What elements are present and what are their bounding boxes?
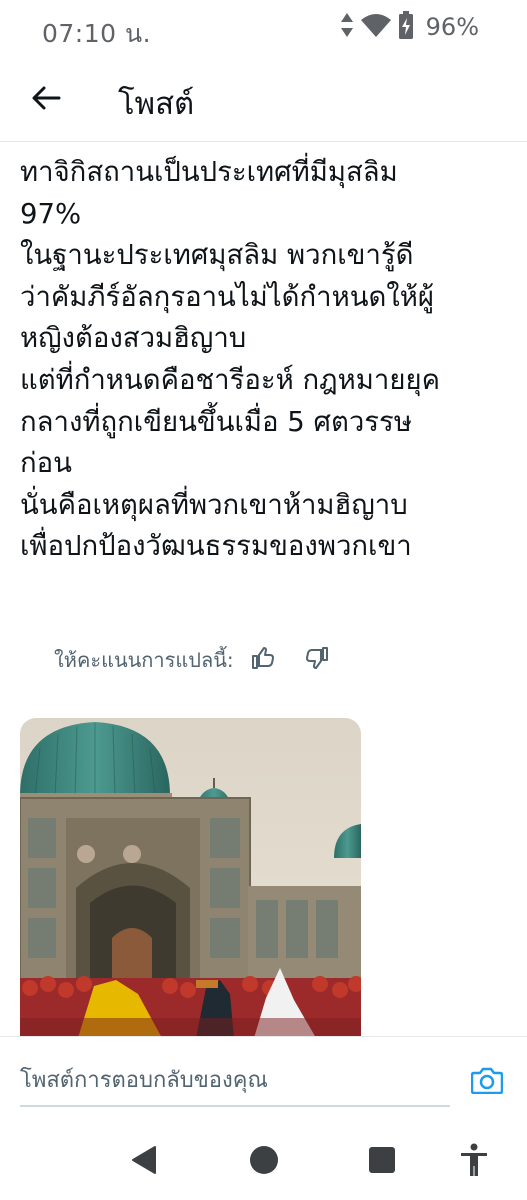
- post-text-line: 97%: [20, 197, 82, 230]
- system-nav-bar: [0, 1120, 527, 1200]
- back-button[interactable]: [22, 76, 70, 124]
- nav-back-button[interactable]: [124, 1142, 164, 1182]
- nav-recents-button[interactable]: [362, 1142, 402, 1182]
- accessibility-icon: [459, 1143, 489, 1181]
- battery-charging-icon: [398, 11, 414, 43]
- data-arrows-icon: [340, 12, 354, 42]
- status-time: 07:10 น.: [42, 19, 152, 48]
- mosque-photo: [20, 718, 361, 1038]
- status-icons: 96%: [340, 11, 479, 43]
- battery-percent: 96%: [425, 13, 479, 41]
- status-bar: 07:10 น. 96%: [0, 0, 527, 56]
- nav-accessibility-button[interactable]: [454, 1142, 494, 1182]
- translation-rating: ให้คะแนนการแปลนี้:: [54, 644, 334, 676]
- camera-button[interactable]: [466, 1061, 508, 1103]
- post-text-line: หญิงต้องสวมฮิญาบ: [20, 322, 247, 355]
- post-text-line: ก่อน: [20, 447, 72, 480]
- wifi-icon: [360, 12, 392, 42]
- post-text-line: ว่าคัมภีร์อัลกุรอานไม่ได้กำหนดให้ผู้: [20, 280, 435, 313]
- post-text-line: กลางที่ถูกเขียนขึ้นเมื่อ 5 ศตวรรษ: [20, 405, 412, 438]
- post-text-line: นั่นคือเหตุผลที่พวกเขาห้ามฮิญาบ: [20, 488, 408, 521]
- thumbs-up-button[interactable]: [246, 644, 280, 676]
- camera-icon: [470, 1066, 504, 1098]
- recents-square-icon: [368, 1146, 396, 1178]
- post-text: ทาจิกิสถานเป็นประเทศที่มีมุสลิม 97% ในฐา…: [20, 152, 510, 568]
- thumbs-up-icon: [251, 647, 275, 673]
- post-text-line: เพื่อปกป้องวัฒนธรรมของพวกเขา: [20, 530, 412, 563]
- thumbs-down-icon: [305, 647, 329, 673]
- arrow-left-icon: [31, 85, 61, 115]
- back-triangle-icon: [130, 1145, 158, 1179]
- page-title: โพสต์: [118, 86, 195, 122]
- post-text-line: ในฐานะประเทศมุสลิม พวกเขารู้ดี: [20, 239, 414, 272]
- home-circle-icon: [249, 1145, 279, 1179]
- post-text-line: ทาจิกิสถานเป็นประเทศที่มีมุสลิม: [20, 156, 398, 188]
- thumbs-down-button[interactable]: [300, 644, 334, 676]
- post-text-line: แต่ที่กำหนดคือชารีอะห์ กฎหมายยุค: [20, 363, 440, 396]
- nav-home-button[interactable]: [244, 1142, 284, 1182]
- rate-translation-label: ให้คะแนนการแปลนี้:: [54, 648, 234, 672]
- post-media[interactable]: [20, 718, 361, 1038]
- reply-input[interactable]: [20, 1055, 450, 1107]
- compose-bar: [0, 1036, 527, 1116]
- app-bar: โพสต์: [0, 58, 527, 142]
